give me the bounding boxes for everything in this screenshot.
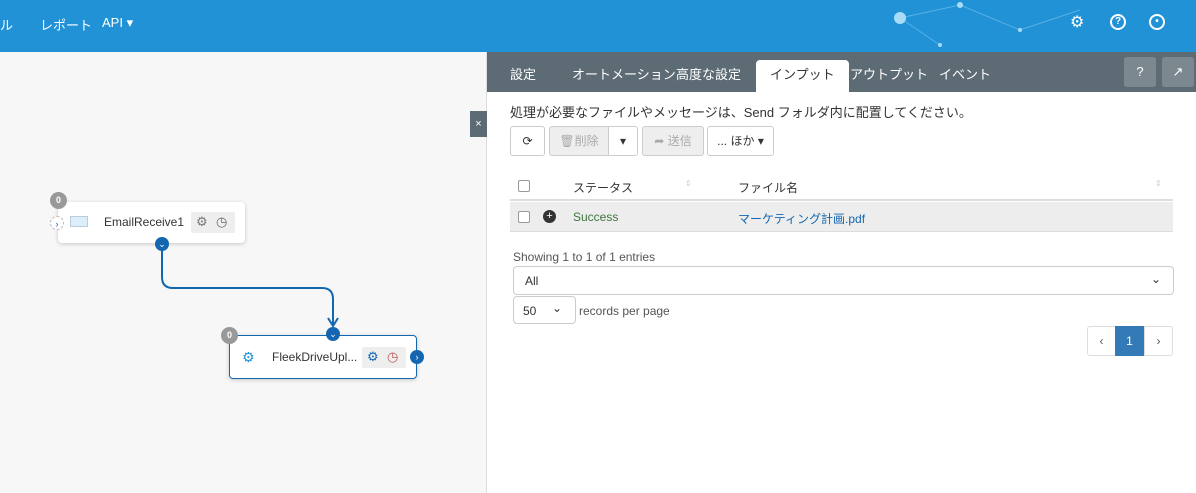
table-header: ステータス ⇕ ファイル名 ⇕ [510, 173, 1173, 201]
output-port-icon[interactable]: › [410, 350, 424, 364]
more-label: ... ほか [717, 134, 755, 148]
filter-value: All [525, 274, 539, 288]
row-checkbox[interactable] [518, 211, 530, 223]
user-icon[interactable]: • [1149, 14, 1165, 30]
more-button[interactable]: ... ほか ▾ [707, 126, 774, 156]
node-title: FleekDriveUpl... [272, 350, 358, 364]
select-all-checkbox[interactable] [518, 180, 530, 192]
send-button[interactable]: ➦ 送信 [642, 126, 704, 156]
nav-api-label: API [102, 15, 123, 30]
next-page-button[interactable]: › [1144, 326, 1173, 356]
page-size-value: 50 [523, 304, 537, 318]
tab-input[interactable]: インプット [756, 60, 849, 92]
status-cell: Success [573, 210, 619, 224]
output-port-icon[interactable]: ⌄ [155, 237, 169, 251]
chevron-down-icon: ⌄ [1150, 272, 1161, 286]
refresh-icon: ⟳ [522, 134, 533, 148]
prev-page-button[interactable]: ‹ [1087, 326, 1116, 356]
network-decoration [894, 2, 1081, 47]
external-link-button[interactable]: ↗ [1162, 57, 1194, 87]
column-status[interactable]: ステータス [573, 179, 633, 196]
properties-panel: 設定 オートメーション 高度な設定 インプット アウトプット イベント ? ↗ … [487, 52, 1196, 493]
caret-down-icon: ▾ [619, 134, 627, 148]
sort-icon[interactable]: ⇕ [1155, 179, 1162, 188]
node-email-receive[interactable]: EmailReceive1 ⚙ ◷ [58, 202, 245, 243]
input-port-icon[interactable]: ⌄ [326, 327, 340, 341]
nav-item-profile[interactable]: ル [0, 15, 13, 34]
top-navbar: ル レポート API ▾ ⚙ ? • [0, 0, 1196, 52]
node-title: EmailReceive1 [104, 215, 185, 229]
help-button[interactable]: ? [1124, 57, 1156, 87]
node-fleekdrive-upload[interactable]: ⚙ FleekDriveUpl... ⚙ ◷ [229, 335, 417, 379]
node-actions: ⚙ ◷ [362, 347, 406, 368]
tab-bar: 設定 オートメーション 高度な設定 インプット アウトプット イベント ? ↗ [487, 52, 1196, 92]
column-filename[interactable]: ファイル名 [738, 179, 798, 196]
email-icon [70, 216, 88, 227]
filter-select[interactable]: All ⌄ [513, 266, 1174, 295]
trash-icon: 🗑 [559, 134, 575, 148]
page-size-label: records per page [579, 304, 670, 318]
clock-icon[interactable]: ◷ [387, 349, 398, 365]
gear-icon[interactable]: ⚙ [196, 214, 208, 230]
help-icon[interactable]: ? [1110, 14, 1126, 30]
tab-settings[interactable]: 設定 [496, 60, 550, 92]
delete-label: 削除 [574, 134, 599, 148]
chevron-down-icon: ⌄ [552, 301, 563, 315]
close-panel-button[interactable]: × [470, 111, 487, 137]
nav-item-report[interactable]: レポート [40, 15, 92, 34]
table-row[interactable]: + Success マーケティング計画.pdf [510, 202, 1173, 232]
clock-icon[interactable]: ◷ [216, 214, 227, 230]
caret-down-icon: ▾ [126, 15, 134, 30]
refresh-button[interactable]: ⟳ [510, 126, 545, 156]
tab-events[interactable]: イベント [925, 60, 1005, 92]
share-icon: ➦ [654, 134, 665, 148]
connector-line [161, 250, 339, 328]
sort-icon[interactable]: ⇕ [685, 179, 692, 188]
input-port-icon[interactable]: › [50, 216, 64, 230]
app-icon: ⚙ [242, 349, 255, 365]
filename-link[interactable]: マーケティング計画.pdf [738, 210, 865, 227]
instruction-text: 処理が必要なファイルやメッセージは、Send フォルダ内に配置してください。 [510, 105, 972, 120]
send-label: 送信 [667, 134, 692, 148]
caret-down-icon: ▾ [757, 134, 764, 148]
delete-dropdown-button[interactable]: ▾ [608, 126, 638, 156]
page-size-select[interactable]: 50 ⌄ [513, 296, 576, 324]
workflow-canvas[interactable]: EmailReceive1 ⚙ ◷ 0 › ⌄ ⚙ FleekDriveUpl.… [0, 52, 487, 493]
node-badge: 0 [221, 327, 238, 344]
node-badge: 0 [50, 192, 67, 209]
entries-info: Showing 1 to 1 of 1 entries [513, 250, 656, 264]
gear-icon[interactable]: ⚙ [1070, 12, 1084, 32]
delete-button[interactable]: 🗑削除 [549, 126, 609, 156]
nav-item-api[interactable]: API ▾ [102, 15, 133, 31]
gear-icon[interactable]: ⚙ [367, 349, 379, 365]
node-actions: ⚙ ◷ [191, 212, 235, 233]
expand-icon[interactable]: + [543, 210, 556, 223]
page-1-button[interactable]: 1 [1115, 326, 1144, 356]
tab-advanced[interactable]: 高度な設定 [662, 60, 755, 92]
